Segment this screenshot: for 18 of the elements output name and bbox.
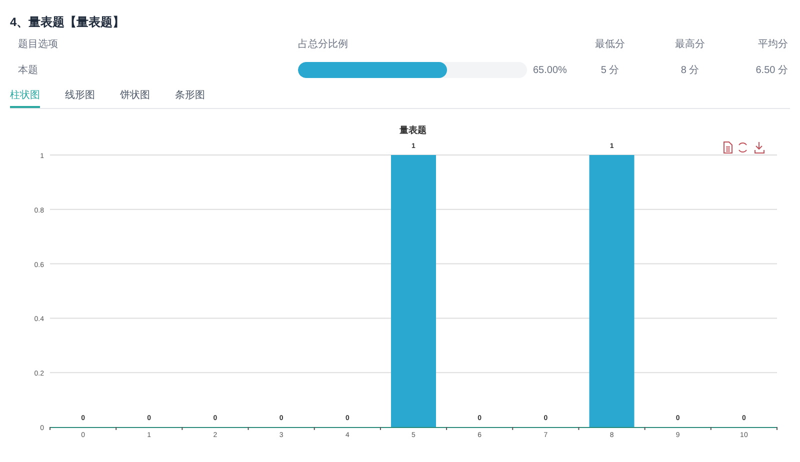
column-header: 平均分	[758, 38, 788, 50]
refresh-icon[interactable]	[738, 142, 747, 153]
table-cell: 5 分	[600, 64, 620, 76]
table-cell: 8 分	[680, 64, 700, 76]
column-header: 最高分	[675, 38, 705, 50]
table-cell: 6.50 分	[756, 64, 788, 76]
data-view-icon[interactable]	[724, 142, 732, 154]
chart-tab[interactable]: 条形图	[175, 84, 205, 108]
chart-tab[interactable]: 饼状图	[120, 84, 150, 108]
download-icon[interactable]	[754, 142, 764, 154]
column-header: 最低分	[595, 38, 625, 50]
table-cell: 本题	[18, 64, 38, 76]
chart-tab[interactable]: 线形图	[65, 84, 95, 108]
column-header: 占总分比例	[298, 38, 348, 50]
chart-title: 量表题	[400, 125, 426, 135]
column-header: 题目选项	[18, 38, 58, 50]
question-title: 4、量表题【量表题】	[10, 14, 126, 30]
table-cell: 65.00%	[533, 64, 567, 76]
